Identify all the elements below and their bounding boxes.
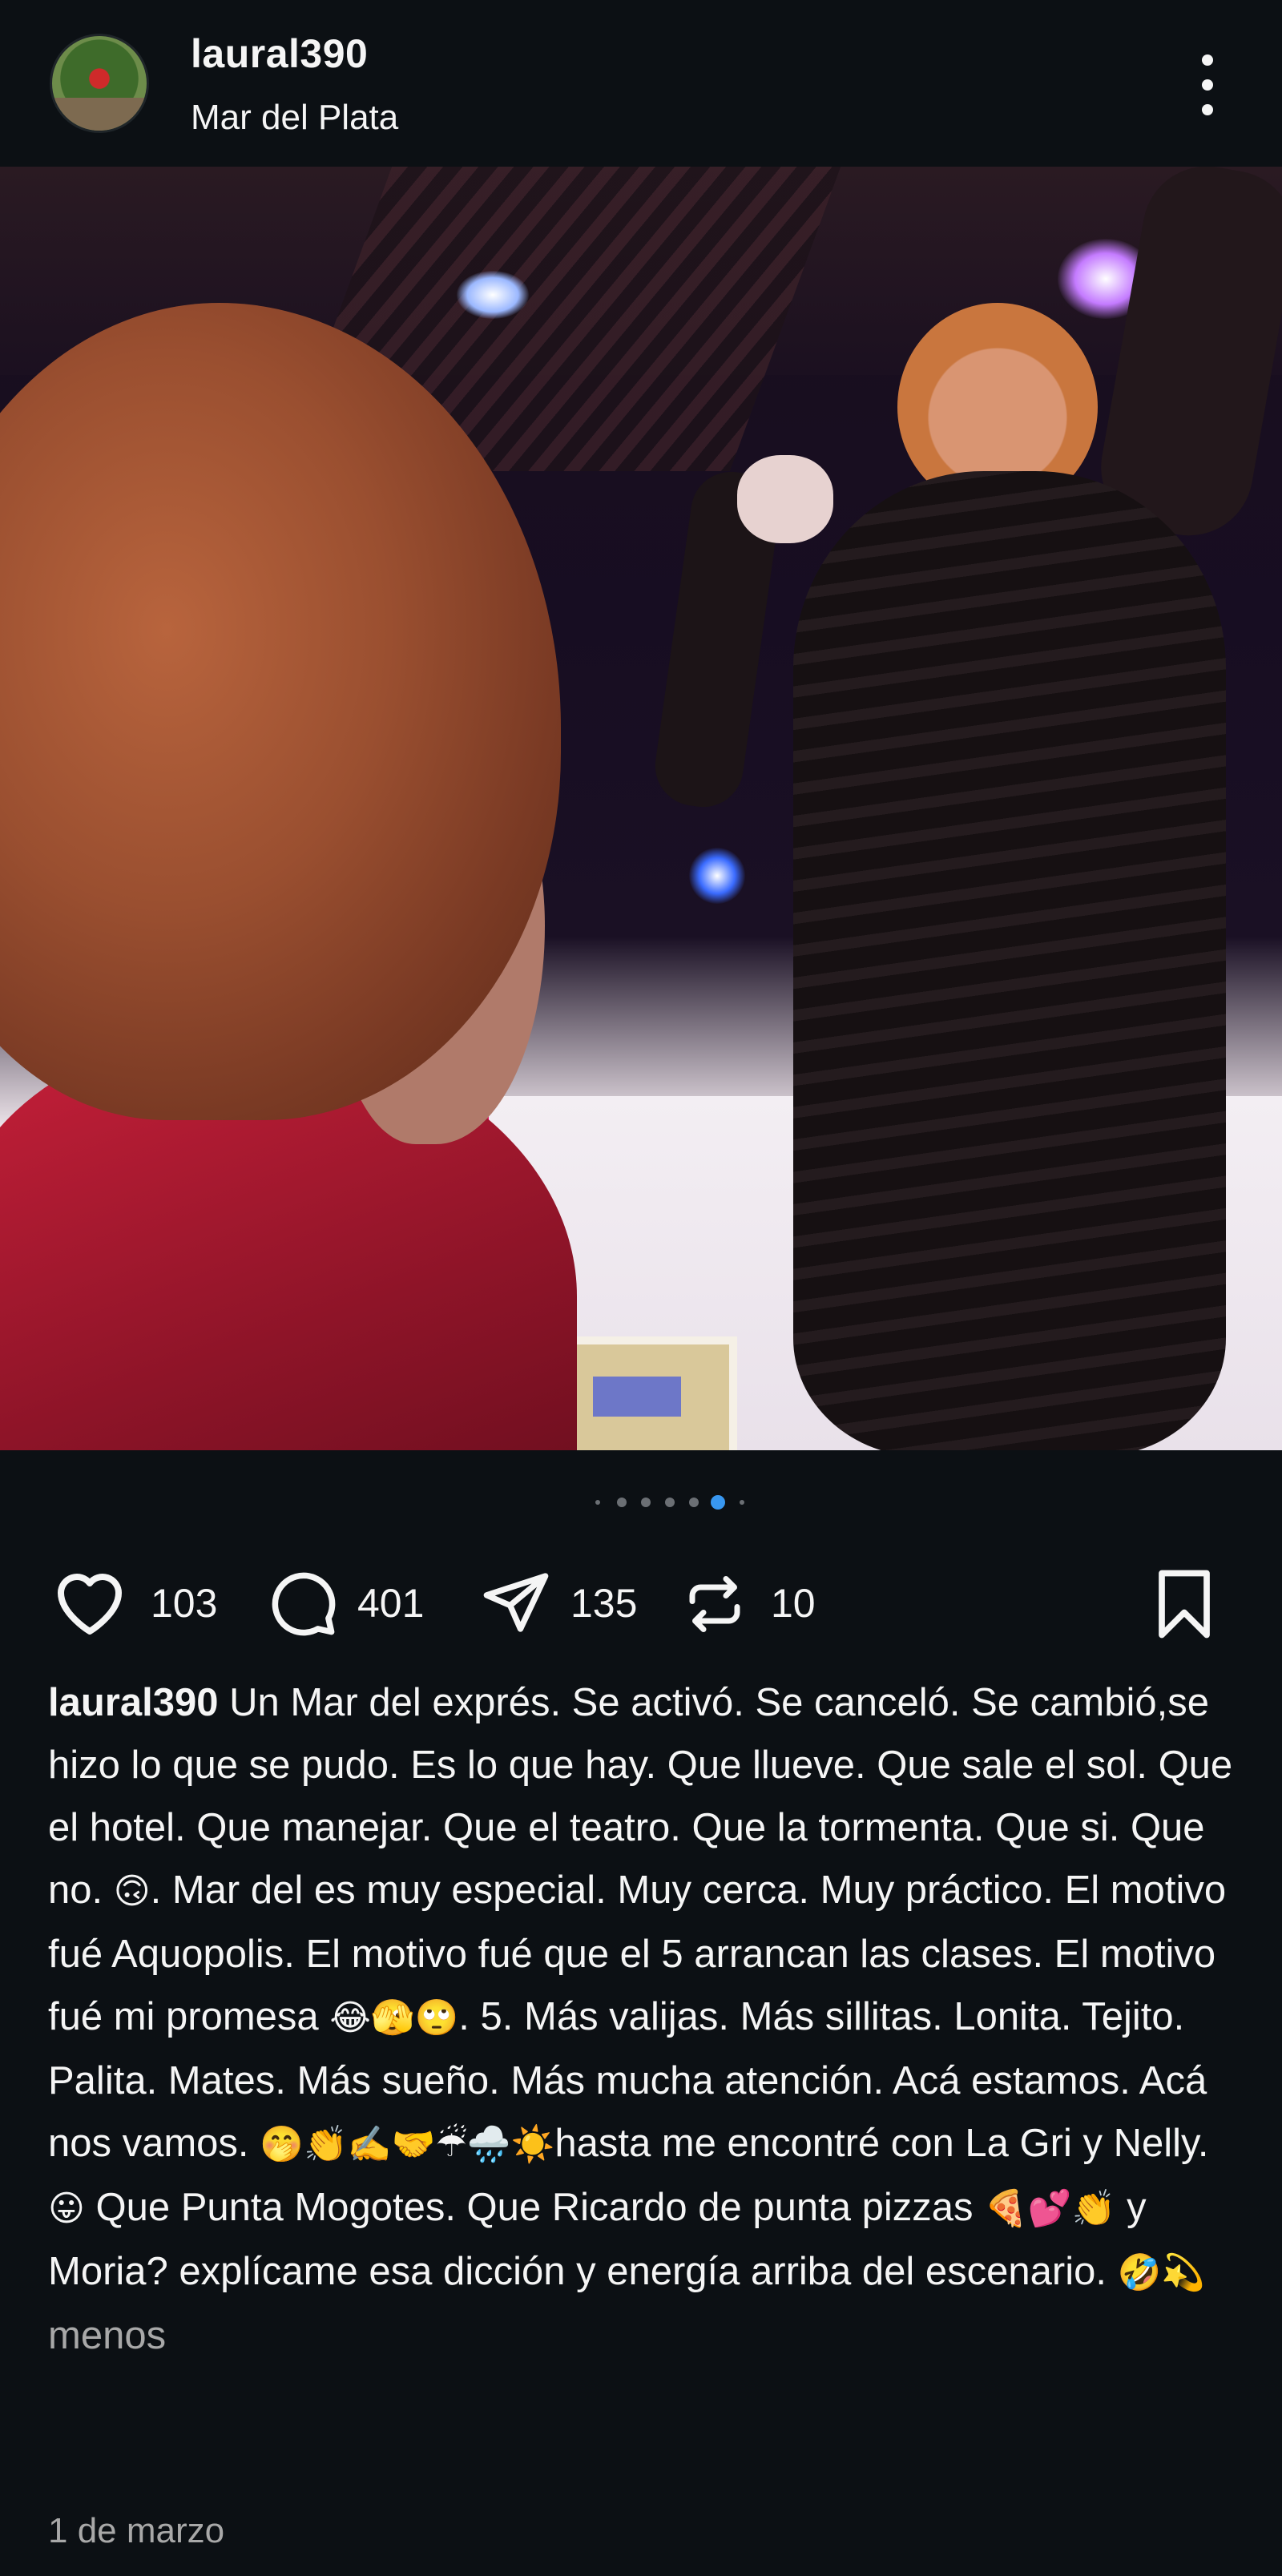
save-button[interactable] [1151, 1553, 1223, 1649]
caption-emoji: 😛 [48, 2188, 85, 2229]
carousel-dot [740, 1500, 744, 1505]
repost-count[interactable]: 10 [771, 1580, 816, 1627]
post-date: 1 de marzo [48, 2511, 225, 2550]
repost-icon [689, 1576, 740, 1632]
post-media[interactable] [0, 167, 1282, 1450]
caption-emoji: 🙃 [113, 1871, 151, 1912]
share-button[interactable]: 135 [479, 1553, 663, 1649]
caption-emoji: 🤣💫 [1117, 2252, 1206, 2293]
carousel-dot [711, 1495, 725, 1510]
performer-hand [737, 455, 833, 543]
heart-icon [58, 1574, 122, 1635]
carousel-dot [617, 1498, 627, 1507]
share-count[interactable]: 135 [570, 1580, 637, 1627]
caption-emoji: 🍕💕👏 [984, 2188, 1116, 2229]
post-username[interactable]: laural390 [191, 30, 368, 77]
carousel-dot [665, 1498, 675, 1507]
post-caption: laural390 Un Mar del exprés. Se activó. … [48, 1671, 1250, 2367]
stage-light [457, 271, 529, 319]
caption-text: hasta me encontré con La Gri y Nelly. [554, 2122, 1209, 2165]
like-button[interactable]: 103 [51, 1553, 236, 1649]
more-vertical-icon[interactable] [1194, 53, 1221, 117]
caption-emoji: 🤭👏✍️🤝☔🌧️☀️ [260, 2124, 555, 2165]
action-bar: 103 401 135 10 [0, 1553, 1282, 1649]
post-header: laural390 Mar del Plata [0, 0, 1282, 167]
avatar[interactable] [50, 34, 149, 133]
less-link[interactable]: menos [48, 2314, 166, 2357]
bookmark-icon [1159, 1570, 1210, 1639]
comment-button[interactable]: 401 [264, 1553, 449, 1649]
carousel-indicator [0, 1490, 1282, 1514]
like-count[interactable]: 103 [151, 1580, 217, 1627]
caption-emoji: 😂🫣🙄 [329, 1998, 459, 2038]
stage-window [561, 1336, 737, 1450]
stage-light [689, 848, 745, 904]
caption-text: Que Punta Mogotes. Que Ricardo de punta … [84, 2186, 985, 2229]
comment-count[interactable]: 401 [357, 1580, 424, 1627]
send-icon [483, 1573, 549, 1632]
carousel-dot [689, 1498, 699, 1507]
carousel-dot [595, 1500, 600, 1505]
performer-dress [793, 471, 1226, 1450]
comment-icon [272, 1572, 336, 1636]
post-location[interactable]: Mar del Plata [191, 98, 398, 138]
carousel-dot [641, 1498, 651, 1507]
repost-button[interactable]: 10 [681, 1553, 841, 1649]
caption-author[interactable]: laural390 [48, 1681, 219, 1724]
